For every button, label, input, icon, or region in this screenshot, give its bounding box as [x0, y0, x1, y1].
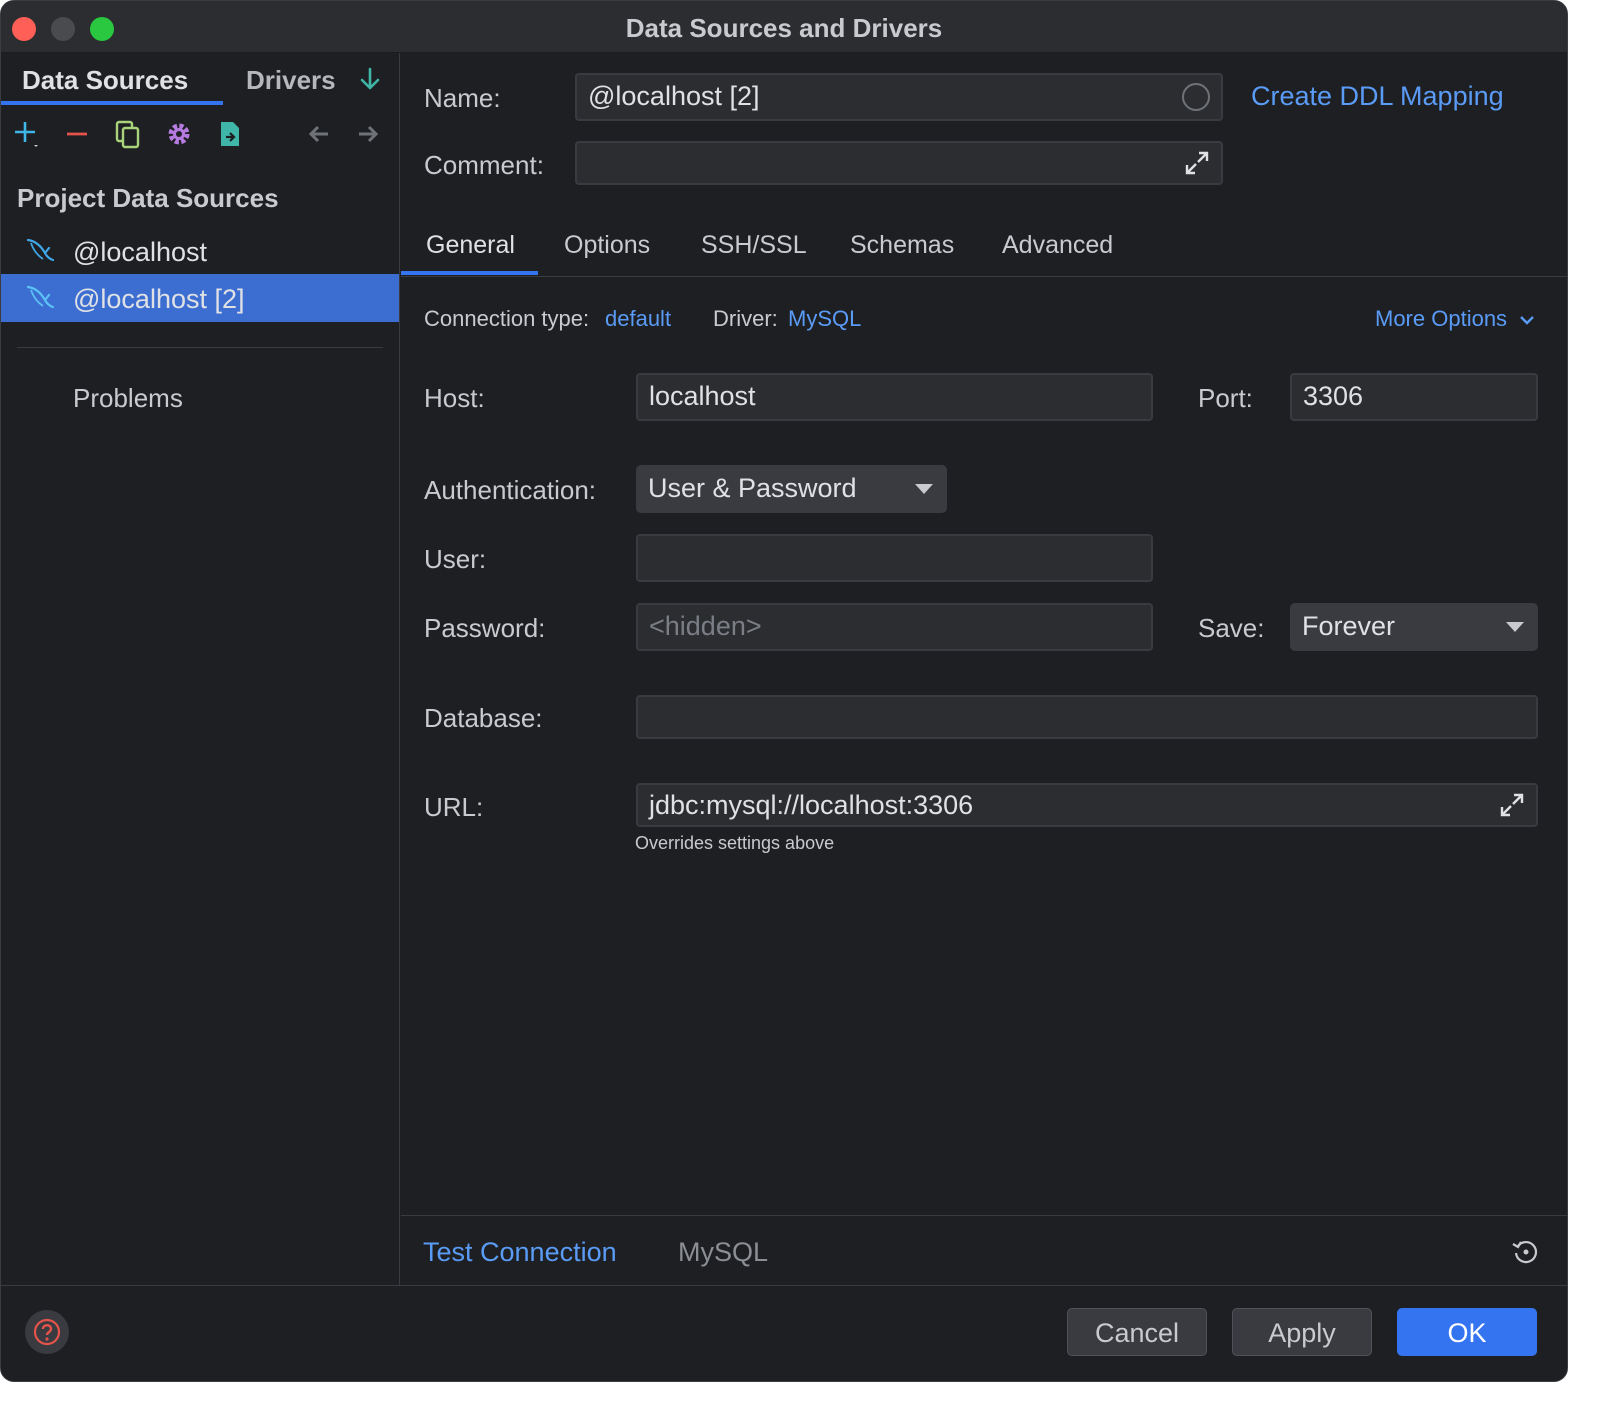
- title-bar: Data Sources and Drivers: [1, 1, 1567, 53]
- name-label: Name:: [424, 83, 501, 113]
- add-icon[interactable]: [13, 119, 43, 149]
- tab-ssh-ssl[interactable]: SSH/SSL: [701, 231, 807, 260]
- divider: [401, 1215, 1567, 1216]
- apply-button[interactable]: Apply: [1232, 1308, 1372, 1356]
- port-value: 3306: [1303, 381, 1364, 411]
- dropdown-caret-icon: [1506, 622, 1524, 632]
- database-input[interactable]: [636, 695, 1538, 739]
- database-label: Database:: [424, 703, 543, 733]
- chevron-down-icon[interactable]: [1517, 310, 1537, 330]
- tab-advanced[interactable]: Advanced: [1002, 231, 1113, 260]
- password-placeholder: <hidden>: [649, 611, 762, 641]
- right-panel: Name: @localhost [2] Create DDL Mapping …: [401, 53, 1567, 1285]
- forward-arrow-icon[interactable]: [353, 119, 383, 149]
- comment-label: Comment:: [424, 150, 544, 180]
- reset-icon[interactable]: [1511, 1237, 1541, 1267]
- left-panel: Data Sources Drivers Project Data Source…: [1, 53, 400, 1285]
- authentication-dropdown[interactable]: User & Password: [636, 465, 947, 513]
- window-title: Data Sources and Drivers: [625, 13, 943, 43]
- dialog-window: Data Sources and Drivers Data Sources Dr…: [0, 0, 1568, 1382]
- tabs-divider: [401, 276, 1567, 277]
- port-label: Port:: [1198, 383, 1253, 413]
- authentication-value: User & Password: [648, 473, 857, 503]
- password-label: Password:: [424, 613, 546, 643]
- data-source-item[interactable]: @localhost: [1, 227, 399, 275]
- more-options-link[interactable]: More Options: [1375, 306, 1507, 332]
- download-icon[interactable]: [357, 67, 383, 93]
- test-connection-link[interactable]: Test Connection: [423, 1237, 617, 1268]
- back-arrow-icon[interactable]: [304, 119, 334, 149]
- comment-input[interactable]: [575, 141, 1223, 185]
- color-circle-icon[interactable]: [1180, 81, 1212, 113]
- port-input[interactable]: 3306: [1290, 373, 1538, 421]
- name-input[interactable]: @localhost [2]: [575, 73, 1223, 121]
- dialog-footer: Cancel Apply OK: [1, 1285, 1567, 1381]
- data-source-label: @localhost: [73, 237, 207, 267]
- user-input[interactable]: [636, 534, 1153, 582]
- driver-label: Driver:: [713, 306, 778, 331]
- active-tab-indicator: [401, 271, 538, 275]
- authentication-label: Authentication:: [424, 475, 597, 505]
- dropdown-caret-icon: [915, 484, 933, 494]
- cancel-button[interactable]: Cancel: [1067, 1308, 1207, 1356]
- url-value: jdbc:mysql://localhost:3306: [649, 790, 974, 820]
- divider: [17, 347, 383, 348]
- data-source-label: @localhost [2]: [73, 284, 245, 314]
- expand-icon[interactable]: [1183, 149, 1211, 177]
- url-input[interactable]: jdbc:mysql://localhost:3306: [636, 783, 1538, 827]
- mysql-dolphin-icon: [26, 285, 55, 309]
- remove-icon[interactable]: [63, 119, 93, 149]
- url-label: URL:: [424, 792, 484, 822]
- password-input[interactable]: <hidden>: [636, 603, 1153, 651]
- driver-link[interactable]: MySQL: [788, 306, 861, 332]
- gear-icon[interactable]: [164, 119, 194, 149]
- user-label: User:: [424, 544, 487, 574]
- host-input[interactable]: localhost: [636, 373, 1153, 421]
- expand-icon[interactable]: [1498, 791, 1526, 819]
- mysql-dolphin-icon: [26, 238, 55, 262]
- save-label: Save:: [1198, 613, 1265, 643]
- save-dropdown[interactable]: Forever: [1290, 603, 1538, 651]
- host-value: localhost: [649, 381, 756, 411]
- tab-drivers[interactable]: Drivers: [246, 65, 336, 96]
- problems-item[interactable]: Problems: [73, 383, 183, 414]
- project-data-sources-heading: Project Data Sources: [17, 183, 279, 213]
- connection-type-label: Connection type:: [424, 306, 590, 331]
- name-value: @localhost [2]: [588, 81, 760, 111]
- save-value: Forever: [1302, 611, 1396, 641]
- help-button[interactable]: [25, 1310, 69, 1354]
- url-hint: Overrides settings above: [635, 833, 835, 853]
- tab-options[interactable]: Options: [564, 231, 650, 260]
- import-file-icon[interactable]: [215, 119, 245, 149]
- connection-type-link[interactable]: default: [605, 306, 671, 332]
- data-source-item-selected[interactable]: @localhost [2]: [1, 274, 399, 322]
- tab-schemas[interactable]: Schemas: [850, 231, 954, 260]
- active-tab-indicator: [1, 101, 223, 105]
- host-label: Host:: [424, 383, 485, 413]
- help-icon: [33, 1318, 61, 1346]
- tab-general[interactable]: General: [426, 231, 515, 260]
- ok-button[interactable]: OK: [1397, 1308, 1537, 1356]
- driver-name-label: MySQL: [678, 1237, 769, 1267]
- tab-data-sources[interactable]: Data Sources: [22, 65, 188, 96]
- create-ddl-mapping-link[interactable]: Create DDL Mapping: [1251, 81, 1504, 112]
- copy-icon[interactable]: [113, 119, 143, 149]
